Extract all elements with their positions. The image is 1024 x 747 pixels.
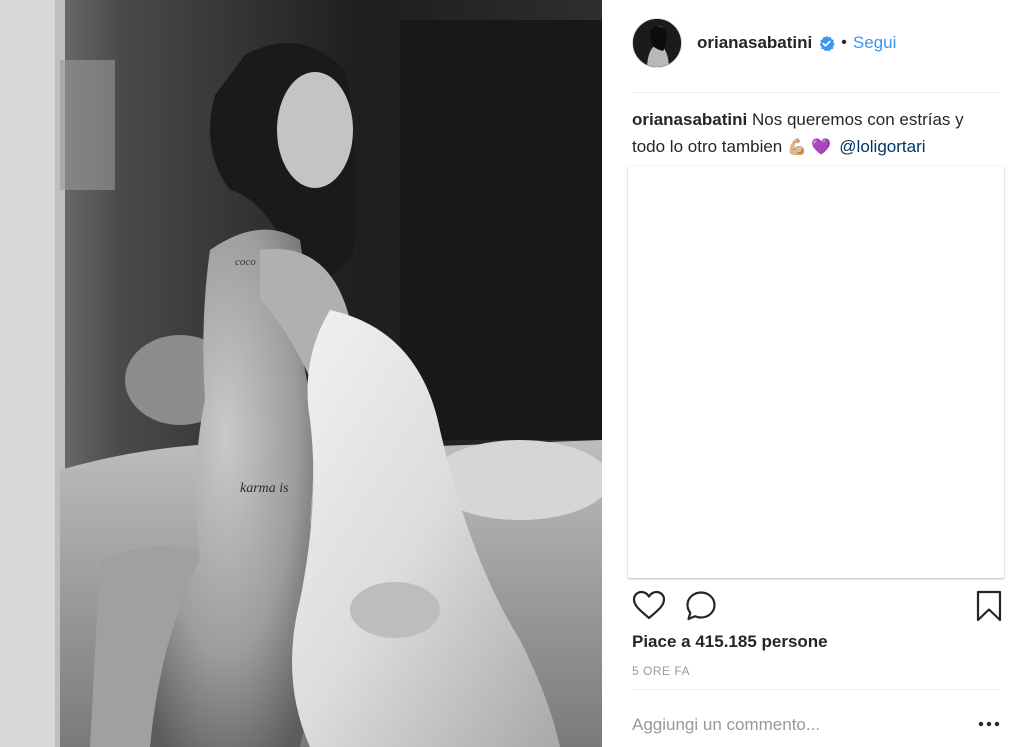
post-sidebar: orianasabatini • Segui orianasabatini No… — [602, 0, 1024, 747]
comment-button[interactable] — [684, 589, 718, 623]
verified-badge-icon — [819, 35, 835, 51]
tattoo-text-coco: coco — [235, 256, 256, 268]
follow-button[interactable]: Segui — [853, 33, 896, 53]
caption-emojis: 💪🏼 💜 — [786, 139, 832, 156]
avatar[interactable] — [632, 18, 682, 68]
post-actions — [632, 589, 1002, 623]
username-link[interactable]: orianasabatini — [697, 33, 812, 53]
like-button[interactable] — [632, 589, 666, 623]
post-header: orianasabatini • Segui — [632, 18, 1000, 68]
caption-mention-link[interactable]: @loligortari — [839, 137, 925, 156]
comment-area — [632, 702, 1000, 747]
tattoo-text-karma: karma is — [240, 481, 289, 496]
likes-count[interactable]: Piace a 415.185 persone — [632, 632, 828, 652]
post-caption: orianasabatini Nos queremos con estrías … — [632, 106, 1000, 161]
avatar-image — [633, 19, 681, 67]
post-timestamp[interactable]: 5 ORE FA — [632, 664, 690, 678]
ellipsis-icon — [978, 721, 1000, 727]
post-photo[interactable]: coco karma is — [0, 0, 602, 747]
comment-input[interactable] — [632, 705, 952, 745]
comment-divider — [632, 689, 1000, 690]
photo-image: coco karma is — [0, 0, 602, 747]
embedded-media-placeholder — [628, 166, 1004, 578]
heart-outline-icon — [632, 590, 666, 620]
save-button[interactable] — [972, 589, 1006, 623]
header-divider — [632, 92, 1000, 93]
bookmark-icon — [976, 590, 1002, 622]
separator-dot: • — [841, 34, 847, 51]
more-options-button[interactable] — [978, 714, 1000, 734]
speech-bubble-icon — [686, 591, 716, 621]
caption-username-link[interactable]: orianasabatini — [632, 110, 747, 129]
